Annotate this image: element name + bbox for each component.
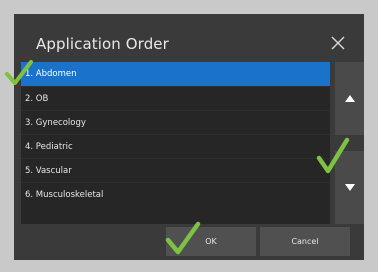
move-down-button[interactable] [335,151,364,224]
move-up-button[interactable] [335,62,364,135]
list-item[interactable]: 4. Pediatric [21,134,330,158]
ok-button[interactable]: OK [166,227,256,256]
application-order-dialog: Application Order 1. Abdomen 2. OB 3. Gy… [14,14,364,260]
list-item[interactable]: 2. OB [21,86,330,110]
triangle-up-icon [344,95,355,102]
cancel-button[interactable]: Cancel [260,227,350,256]
close-icon[interactable] [330,35,346,51]
list-item[interactable]: 5. Vascular [21,158,330,182]
application-list: 1. Abdomen 2. OB 3. Gynecology 4. Pediat… [21,62,330,224]
list-item[interactable]: 1. Abdomen [21,62,330,86]
list-item[interactable]: 3. Gynecology [21,110,330,134]
triangle-down-icon [344,184,355,191]
dialog-title: Application Order [36,35,169,53]
list-item[interactable]: 6. Musculoskeletal [21,182,330,206]
